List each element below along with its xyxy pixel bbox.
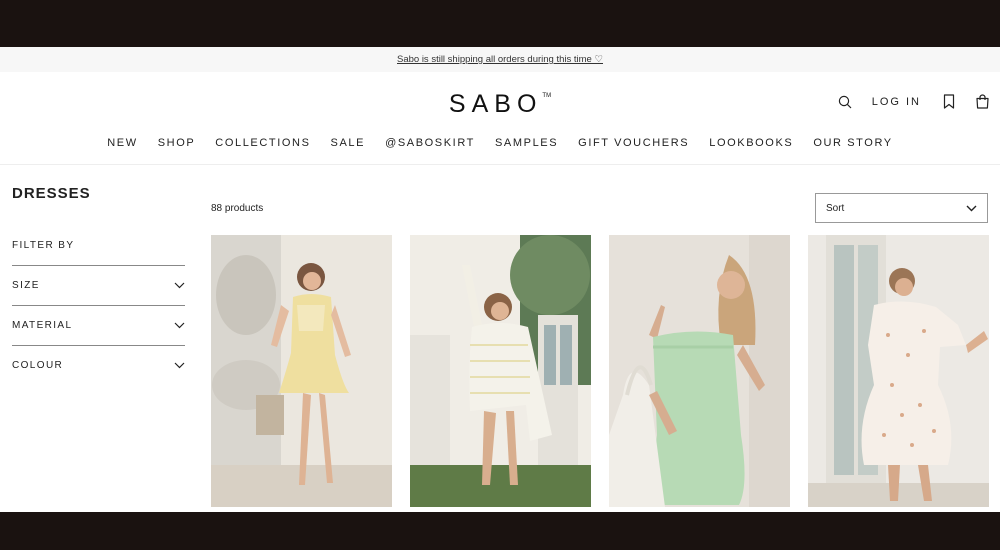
nav-shop[interactable]: SHOP xyxy=(158,137,196,149)
filter-heading: FILTER BY xyxy=(12,240,75,251)
nav-sale[interactable]: SALE xyxy=(331,137,366,149)
chevron-down-icon xyxy=(966,205,977,211)
nav-lookbooks[interactable]: LOOKBOOKS xyxy=(709,137,793,149)
main-navigation: NEW SHOP COLLECTIONS SALE @SABOSKIRT SAM… xyxy=(0,127,1000,165)
trademark-mark: TM xyxy=(542,93,552,99)
product-card[interactable] xyxy=(808,235,989,507)
brand-name: SABO xyxy=(448,90,543,118)
announcement-bar: Sabo is still shipping all orders during… xyxy=(0,47,1000,72)
top-letterbox-bar xyxy=(0,0,1000,47)
bottom-letterbox-bar xyxy=(0,512,1000,550)
chevron-down-icon xyxy=(174,322,185,329)
filter-material-label: MATERIAL xyxy=(12,320,73,331)
filter-colour[interactable]: COLOUR xyxy=(12,345,185,385)
product-grid xyxy=(211,235,989,507)
product-card[interactable] xyxy=(211,235,392,507)
chevron-down-icon xyxy=(174,282,185,289)
nav-our-story[interactable]: OUR STORY xyxy=(813,137,892,149)
header-actions: LOG IN xyxy=(838,94,990,109)
product-card[interactable] xyxy=(410,235,591,507)
sort-select[interactable]: Sort xyxy=(815,193,988,223)
chevron-down-icon xyxy=(174,362,185,369)
page-title: DRESSES xyxy=(12,185,91,202)
search-icon[interactable] xyxy=(838,95,852,109)
site-header: SABOTM LOG IN xyxy=(0,72,1000,127)
product-image xyxy=(211,235,392,507)
product-image xyxy=(609,235,790,507)
product-count: 88 products xyxy=(211,203,264,214)
product-image xyxy=(808,235,989,507)
nav-gift-vouchers[interactable]: GIFT VOUCHERS xyxy=(578,137,689,149)
announcement-link[interactable]: Sabo is still shipping all orders during… xyxy=(397,54,603,65)
nav-saboskirt[interactable]: @SABOSKIRT xyxy=(385,137,475,149)
sort-label: Sort xyxy=(826,202,845,214)
nav-samples[interactable]: SAMPLES xyxy=(495,137,558,149)
filter-size-label: SIZE xyxy=(12,280,40,291)
filter-size[interactable]: SIZE xyxy=(12,265,185,305)
login-link[interactable]: LOG IN xyxy=(872,96,921,108)
bookmark-icon[interactable] xyxy=(943,94,955,109)
shopping-bag-icon[interactable] xyxy=(975,94,990,109)
filter-colour-label: COLOUR xyxy=(12,360,64,371)
store-page: Sabo is still shipping all orders during… xyxy=(0,47,1000,512)
nav-collections[interactable]: COLLECTIONS xyxy=(215,137,310,149)
nav-new[interactable]: NEW xyxy=(107,137,137,149)
product-card[interactable] xyxy=(609,235,790,507)
collection-content: DRESSES FILTER BY SIZE MATERIAL COLOUR 8… xyxy=(0,165,1000,512)
product-image xyxy=(410,235,591,507)
filter-material[interactable]: MATERIAL xyxy=(12,305,185,345)
